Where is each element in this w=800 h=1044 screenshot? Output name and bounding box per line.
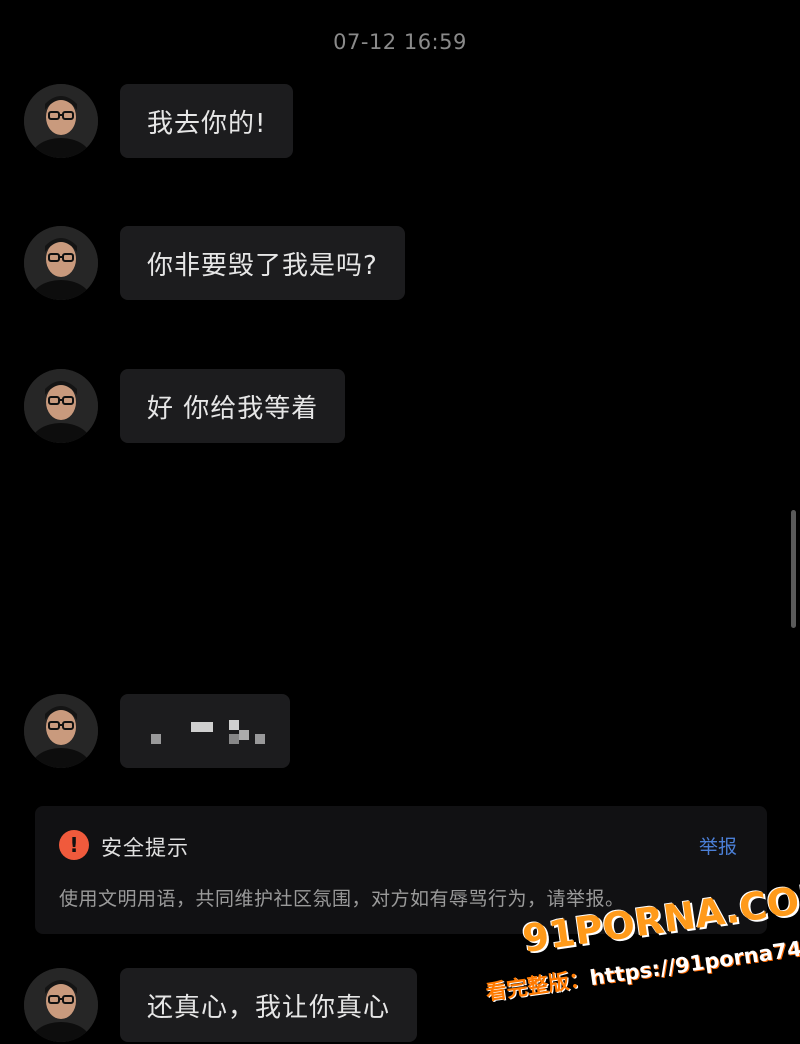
avatar[interactable] bbox=[24, 694, 98, 768]
avatar-image bbox=[24, 369, 98, 443]
avatar-image bbox=[24, 694, 98, 768]
mosaic-censored-text bbox=[147, 716, 265, 746]
avatar[interactable] bbox=[24, 369, 98, 443]
watermark-url-lead: 看完整版： bbox=[484, 966, 592, 1005]
message-bubble[interactable]: 好 你给我等着 bbox=[120, 369, 346, 443]
safety-notice-body: 使用文明用语，共同维护社区氛围，对方如有辱骂行为，请举报。 bbox=[59, 888, 625, 910]
report-link[interactable]: 举报 bbox=[699, 832, 737, 859]
avatar-image bbox=[24, 968, 98, 1042]
avatar[interactable] bbox=[24, 84, 98, 158]
avatar-image bbox=[24, 84, 98, 158]
avatar[interactable] bbox=[24, 226, 98, 300]
message-bubble[interactable]: 你非要毁了我是吗? bbox=[120, 226, 405, 300]
chat-timestamp: 07-12 16:59 bbox=[333, 30, 467, 54]
message-bubble[interactable]: 还真心，我让你真心 bbox=[120, 968, 418, 1042]
exclamation-icon: ! bbox=[59, 830, 89, 860]
safety-notice-title: 安全提示 bbox=[101, 836, 189, 860]
avatar-image bbox=[24, 226, 98, 300]
message-bubble[interactable]: 我去你的! bbox=[120, 84, 294, 158]
watermark-url-line: 看完整版：https://91porna74.com bbox=[484, 925, 800, 1007]
avatar[interactable] bbox=[24, 968, 98, 1042]
watermark-url: https://91porna74.com bbox=[588, 928, 800, 991]
message-bubble-mosaic[interactable] bbox=[120, 694, 290, 768]
scrollbar[interactable] bbox=[791, 510, 796, 628]
safety-notice: ! 安全提示 举报 使用文明用语，共同维护社区氛围，对方如有辱骂行为，请举报。 bbox=[35, 806, 767, 934]
